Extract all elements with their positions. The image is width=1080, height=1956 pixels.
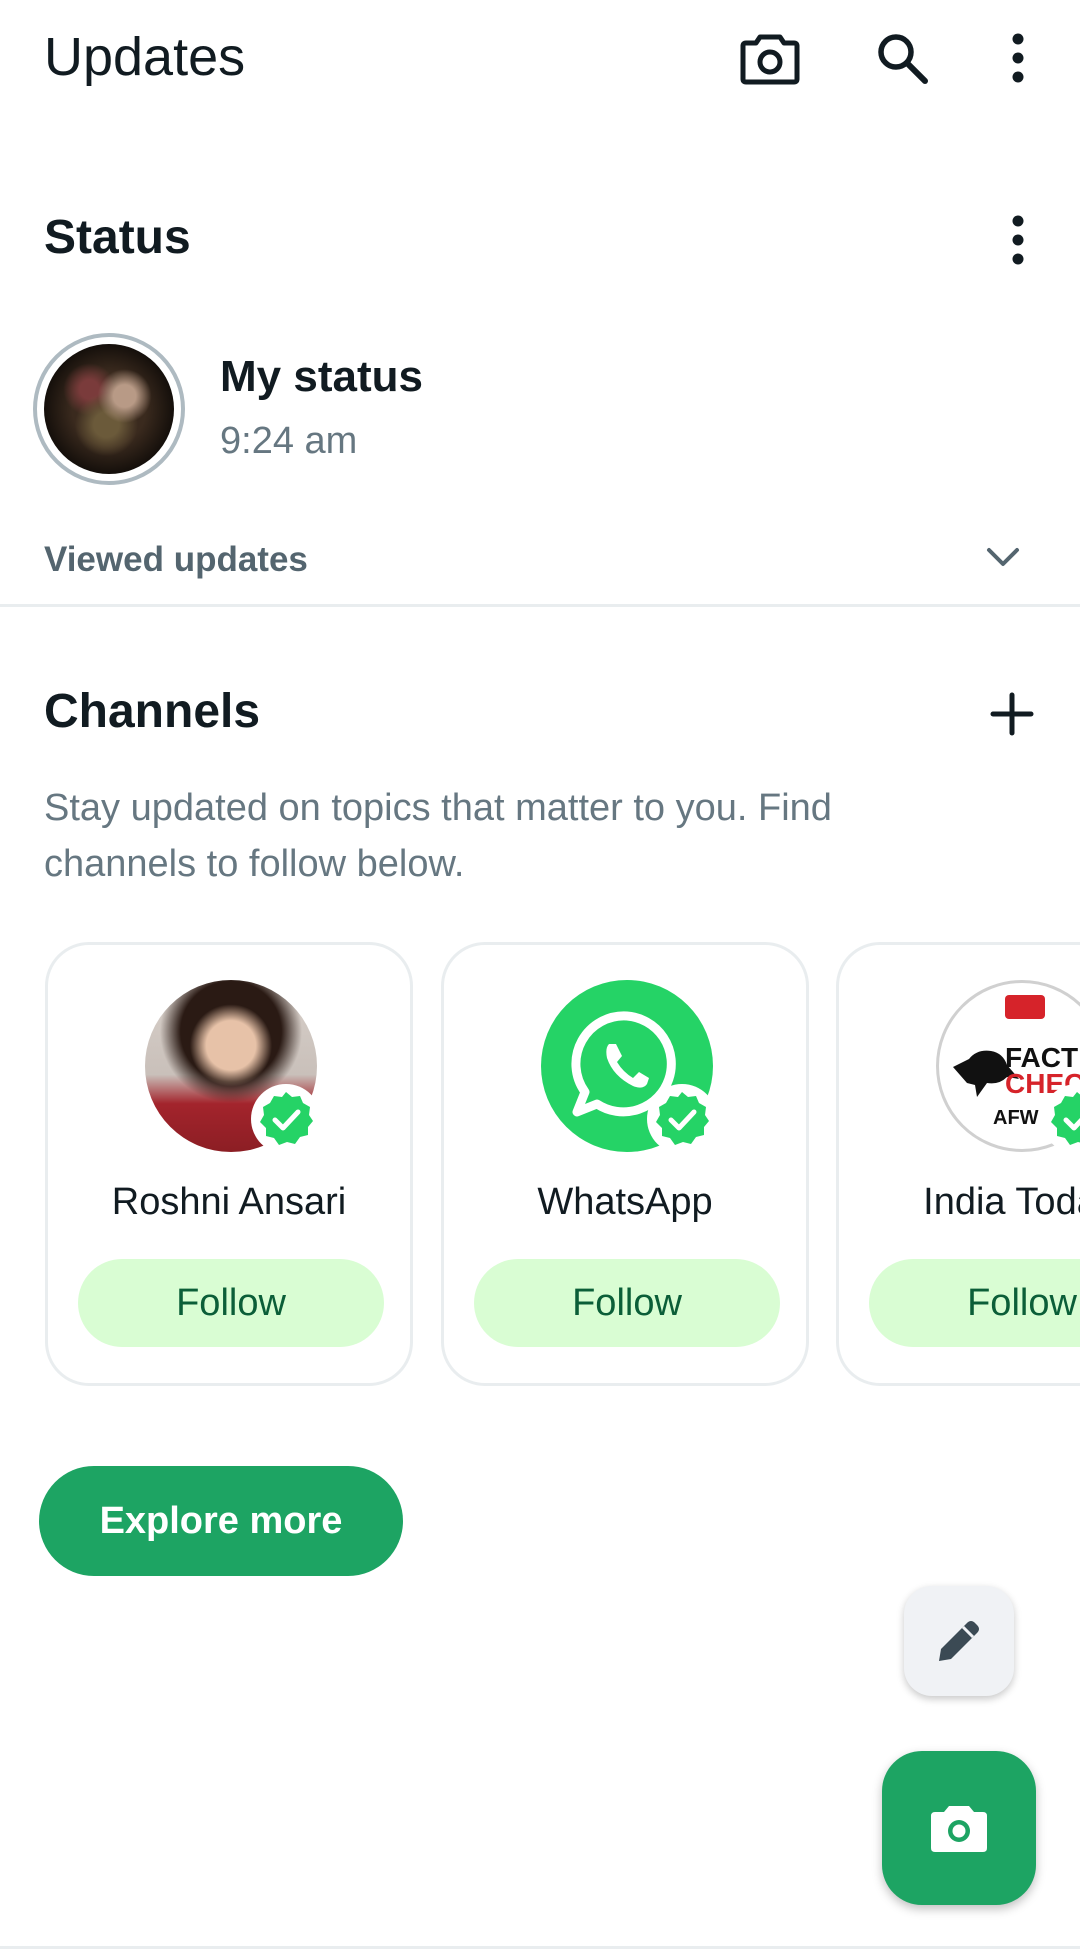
search-button[interactable]	[860, 16, 944, 100]
channel-name: India Today	[923, 1181, 1080, 1223]
avatar-photo	[44, 344, 174, 474]
viewed-updates-label: Viewed updates	[44, 540, 308, 579]
channel-avatar: FACT CHECK AFW	[936, 980, 1080, 1154]
text-status-button[interactable]	[904, 1586, 1014, 1696]
section-divider	[0, 604, 1080, 607]
create-channel-button[interactable]	[970, 672, 1054, 756]
camera-icon	[740, 34, 800, 85]
my-status-name: My status	[220, 352, 423, 401]
channel-card-clip: FACT CHECK AFW India Today Follow	[836, 942, 1080, 1386]
channel-avatar	[541, 980, 717, 1154]
verified-badge-icon	[1042, 1084, 1080, 1154]
plus-icon	[990, 692, 1034, 736]
status-options-button[interactable]	[976, 198, 1060, 282]
verified-badge-icon	[251, 1084, 321, 1154]
channel-name: Roshni Ansari	[111, 1181, 347, 1223]
my-status-time: 9:24 am	[220, 420, 358, 462]
verified-badge-icon	[647, 1084, 717, 1154]
search-icon	[878, 34, 928, 84]
camera-button[interactable]	[728, 16, 812, 100]
channel-card[interactable]: Roshni Ansari Follow	[45, 942, 413, 1386]
follow-button[interactable]: Follow	[869, 1259, 1080, 1347]
page-title: Updates	[44, 27, 246, 87]
more-options-button[interactable]	[976, 16, 1060, 100]
pencil-icon	[939, 1621, 979, 1661]
my-status-avatar[interactable]	[33, 333, 185, 485]
explore-more-button[interactable]: Explore more	[39, 1466, 403, 1576]
camera-status-button[interactable]	[882, 1751, 1036, 1905]
channels-description: Stay updated on topics that matter to yo…	[44, 787, 832, 885]
more-vert-icon	[1012, 33, 1024, 83]
channel-card[interactable]: FACT CHECK AFW India Today Follow	[836, 942, 1080, 1386]
camera-icon	[931, 1806, 987, 1852]
channel-card[interactable]: WhatsApp Follow	[441, 942, 809, 1386]
channel-avatar	[145, 980, 321, 1154]
status-section-title: Status	[44, 211, 191, 264]
follow-button[interactable]: Follow	[474, 1259, 780, 1347]
bottom-divider	[0, 1946, 1080, 1949]
chevron-down-icon	[987, 548, 1019, 566]
follow-button[interactable]: Follow	[78, 1259, 384, 1347]
channels-section-title: Channels	[44, 685, 261, 738]
logo-text-afw: AFW	[993, 1107, 1039, 1129]
more-vert-icon	[1012, 215, 1024, 265]
channel-name: WhatsApp	[537, 1181, 713, 1223]
